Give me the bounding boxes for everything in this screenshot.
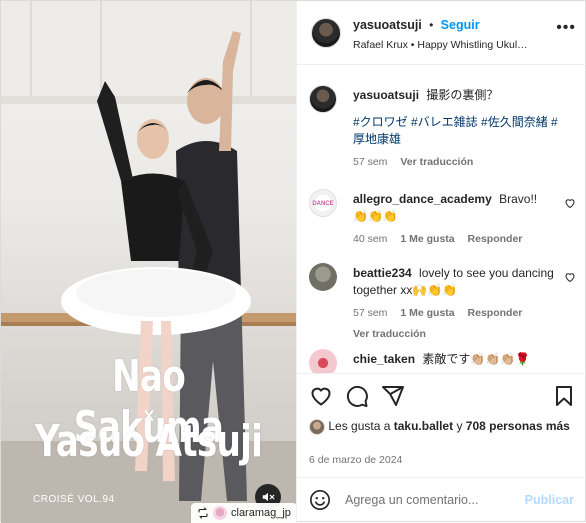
repost-tag[interactable]: claramag_jp xyxy=(191,503,296,523)
comment-like-heart-icon[interactable] xyxy=(564,197,576,209)
caption-username[interactable]: yasuoatsuji xyxy=(353,88,419,102)
avatar[interactable] xyxy=(311,18,341,48)
caption-translate[interactable]: Ver traducción xyxy=(400,156,473,168)
comment-input[interactable]: Agrega un comentario... xyxy=(345,493,515,507)
likes-prefix: Les gusta a xyxy=(328,419,391,433)
follow-button[interactable]: Seguir xyxy=(441,18,480,32)
liker-avatar[interactable] xyxy=(309,418,325,435)
comment-username[interactable]: chie_taken xyxy=(353,352,415,366)
allegro-logo-icon: DANCE xyxy=(312,201,333,207)
comment-reply[interactable]: Responder xyxy=(468,233,523,245)
likes-summary: Les gusta a taku.ballet y 708 personas m… xyxy=(309,418,579,435)
overlay-title-line2: Yasuo Atsuji xyxy=(34,416,263,467)
speaker-muted-icon xyxy=(262,492,275,502)
bookmark-icon[interactable] xyxy=(552,384,576,408)
caption-text: 撮影の裏側？ xyxy=(426,88,499,102)
comment-avatar[interactable]: DANCE xyxy=(309,189,337,217)
magazine-tag: CROISÉ VOL.94 xyxy=(33,494,115,505)
likes-user[interactable]: taku.ballet xyxy=(394,419,453,433)
repost-icon xyxy=(198,507,208,519)
comment-avatar[interactable] xyxy=(309,349,337,373)
post-side-panel: yasuoatsuji • Seguir Rafael Krux • Happy… xyxy=(296,1,586,523)
likes-count[interactable]: 708 personas más xyxy=(466,419,570,433)
repost-username: claramag_jp xyxy=(231,507,291,519)
comment-text: 素敵です👏🏼👏🏼👏🏼🌹 xyxy=(422,352,531,366)
comment-likes[interactable]: 1 Me gusta xyxy=(400,307,454,319)
post-actions: Les gusta a taku.ballet y 708 personas m… xyxy=(297,373,586,473)
post-video[interactable]: Nao Sakuma × Yasuo Atsuji CROISÉ VOL.94 … xyxy=(1,1,296,523)
header-username[interactable]: yasuoatsuji xyxy=(353,18,422,32)
instagram-post: Nao Sakuma × Yasuo Atsuji CROISÉ VOL.94 … xyxy=(0,0,586,523)
comment-like-heart-icon[interactable] xyxy=(564,271,576,283)
more-options-icon[interactable]: ••• xyxy=(556,20,576,36)
caption-avatar[interactable] xyxy=(309,85,337,113)
comment-emoji: 👏👏👏 xyxy=(353,209,398,223)
post-date[interactable]: 6 de marzo de 2024 xyxy=(309,454,402,466)
comment-time[interactable]: 40 sem xyxy=(353,233,387,245)
likes-conj: y xyxy=(456,419,463,433)
comments-list[interactable]: yasuoatsuji 撮影の裏側？ #クロワゼ #バレエ雑誌 #佐久間奈緒 #… xyxy=(297,65,586,373)
header-separator: • xyxy=(429,18,434,32)
comment-time[interactable]: 57 sem xyxy=(353,307,387,319)
publish-button[interactable]: Publicar xyxy=(525,493,574,507)
comment-username[interactable]: beattie234 xyxy=(353,266,412,280)
comment-text: Bravo!! xyxy=(499,192,538,206)
emoji-icon[interactable] xyxy=(309,489,331,511)
comment-icon[interactable] xyxy=(345,384,369,408)
caption-time[interactable]: 57 sem xyxy=(353,156,387,168)
share-icon[interactable] xyxy=(381,384,405,408)
comment-composer: Agrega un comentario... Publicar xyxy=(297,477,586,523)
comment-reply[interactable]: Responder xyxy=(468,307,523,319)
comment-avatar[interactable] xyxy=(309,263,337,291)
comment-username[interactable]: allegro_dance_academy xyxy=(353,192,492,206)
comment-translate[interactable]: Ver traducción xyxy=(353,328,426,340)
svg-text:DANCE: DANCE xyxy=(312,201,333,207)
caption-hashtags[interactable]: #クロワゼ #バレエ雑誌 #佐久間奈緒 #厚地康雄 xyxy=(353,114,563,148)
post-header: yasuoatsuji • Seguir Rafael Krux • Happy… xyxy=(297,1,586,65)
heart-icon[interactable] xyxy=(309,384,333,408)
comment-likes[interactable]: 1 Me gusta xyxy=(400,233,454,245)
repost-avatar xyxy=(213,506,227,520)
audio-attribution[interactable]: Rafael Krux • Happy Whistling Ukul… xyxy=(353,39,528,51)
